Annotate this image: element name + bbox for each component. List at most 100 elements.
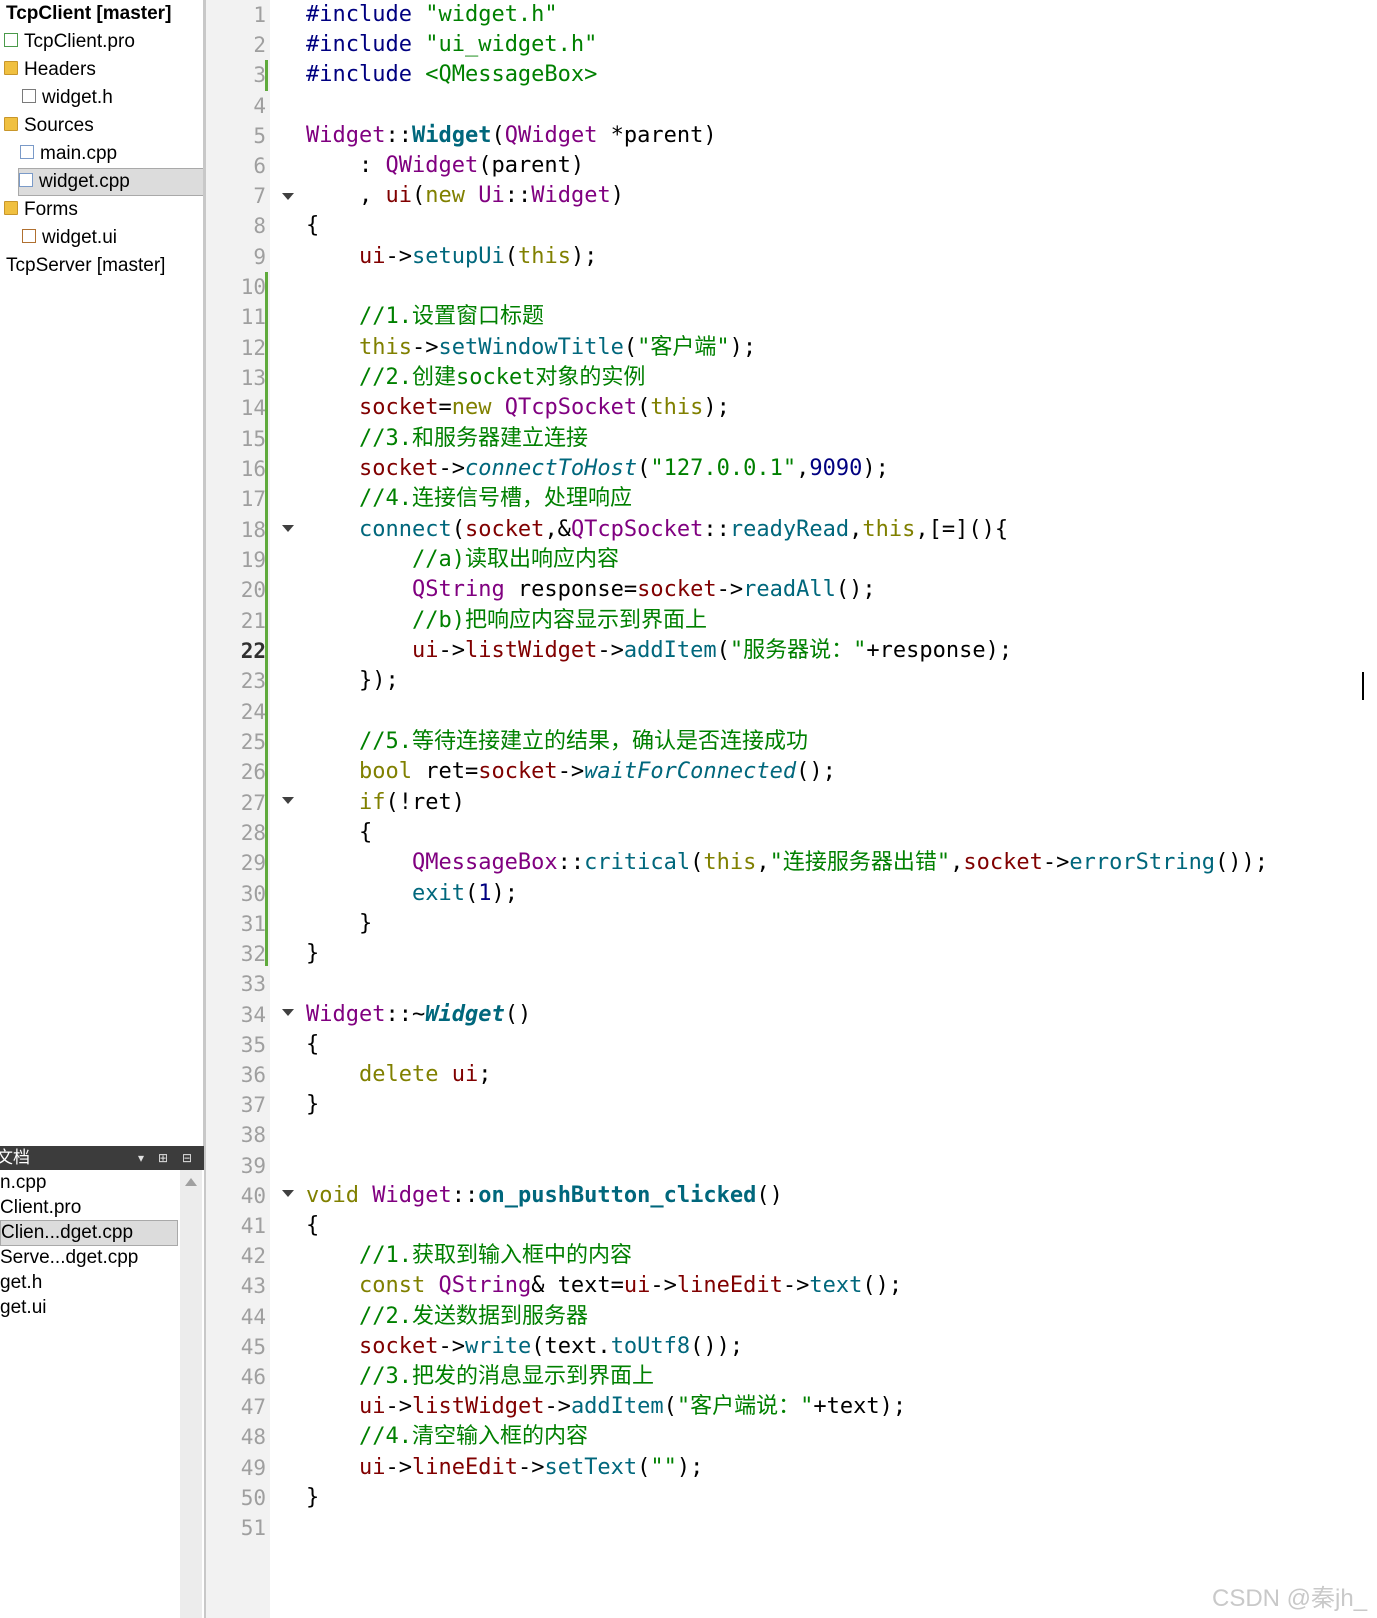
line-number: 17 [240,487,266,512]
code-token: & text= [531,1273,624,1299]
code-line: if(!ret) [306,788,465,818]
code-line: delete ui; [306,1060,491,1090]
code-token: Widget [411,122,492,148]
line-number: 25 [240,730,266,755]
tree-item[interactable]: TcpServer [master] [6,252,165,280]
code-token: ( [504,243,518,269]
line-number: 48 [240,1425,266,1450]
open-document-item[interactable]: Clien...dget.cpp [0,1220,178,1246]
dropdown-icon[interactable]: ▾ [138,1146,144,1170]
code-token: readyRead [729,516,850,542]
tree-item[interactable]: widget.h [22,84,113,112]
line-number: 8 [253,214,266,239]
line-number: 30 [240,881,266,906]
code-token: delete [358,1062,439,1087]
code-token: } [306,1484,320,1510]
code-token: ,& [544,516,571,542]
split-icon[interactable]: ⊞ [158,1146,168,1170]
code-line: //2.创建socket对象的实例 [306,363,645,393]
code-token: //3.和服务器建立连接 [306,425,588,451]
code-token: 9090 [809,455,863,481]
tree-item[interactable]: Sources [4,112,94,140]
code-token: ; [478,1062,492,1087]
scroll-up-icon[interactable] [185,1178,197,1186]
code-token: ui [451,1062,479,1087]
line-number: 45 [240,1334,266,1359]
code-token: lineEdit [676,1273,783,1299]
open-document-item[interactable]: get.h [0,1270,178,1296]
code-token: //4.连接信号槽，处理响应 [306,486,632,512]
code-token: = [438,395,452,421]
code-line: //2.发送数据到服务器 [306,1302,588,1332]
line-number: 33 [240,972,266,997]
open-document-item[interactable]: Client.pro [0,1195,178,1221]
code-token: response= [504,577,638,603]
code-token: *parent) [597,122,717,148]
project-tree-panel: TcpClient [master] TcpClient.pro Headers wi… [0,0,204,1146]
code-token: //3.把发的消息显示到界面上 [306,1364,654,1389]
line-number: 1 [253,3,266,27]
line-number: 16 [240,456,266,481]
code-token: -> [385,243,412,269]
fold-arrow-icon[interactable] [282,1008,294,1016]
fold-arrow-icon[interactable] [282,1189,294,1197]
close-panel-icon[interactable]: ⊟ [182,1146,192,1170]
code-token: ( [623,334,638,360]
code-line: //5.等待连接建立的结果，确认是否连接成功 [306,727,808,757]
code-token: this [517,243,571,269]
code-token: -> [716,577,744,603]
code-token: socket [963,850,1043,876]
tree-item[interactable]: Headers [4,56,96,84]
code-line: //3.和服务器建立连接 [306,424,588,454]
line-number: 31 [240,912,266,936]
fold-arrow-icon[interactable] [282,525,294,533]
open-documents-scrollbar[interactable] [180,1170,202,1618]
code-token: (); [862,1273,903,1299]
fold-arrow-icon[interactable] [282,193,294,201]
code-line: }); [306,666,399,696]
code-token: QWidget [504,122,598,148]
line-number: 47 [240,1395,266,1420]
code-token: ::~ [385,1001,426,1027]
line-number: 18 [240,517,266,542]
code-token: ( [663,1394,677,1420]
code-token: socket [637,577,717,603]
fold-arrow-icon[interactable] [282,797,294,805]
code-token: ( [491,122,505,148]
code-token: this [358,334,412,360]
code-token: -> [544,1394,571,1420]
code-token: ui [385,183,412,209]
code-token: ( [411,183,426,209]
tree-item[interactable]: widget.cpp [18,168,204,196]
open-document-item[interactable]: n.cpp [0,1170,178,1196]
line-number: 19 [240,547,266,572]
code-token: setText [544,1454,638,1480]
line-number: 20 [240,578,266,603]
tree-item[interactable]: main.cpp [20,140,117,168]
code-token: #include [306,62,426,88]
code-editor[interactable]: #include "widget.h" #include "ui_widget.h… [304,0,1377,1618]
code-token: ); [676,1454,704,1480]
tree-item[interactable]: TcpClient [master] [6,0,171,28]
code-line: QMessageBox::critical(this,"连接服务器出错",soc… [306,848,1268,878]
code-token: ); [491,880,518,906]
code-token: -> [411,334,439,360]
code-line: #include "ui_widget.h" [306,30,597,60]
open-document-item[interactable]: Serve...dget.cpp [0,1245,178,1271]
code-token: ); [729,334,757,360]
open-document-item[interactable]: get.ui [0,1295,178,1321]
tree-item[interactable]: TcpClient.pro [4,28,135,56]
code-token: "连接服务器出错" [769,850,951,876]
code-line: Widget::Widget(QWidget *parent) [306,121,717,151]
code-token: : [306,153,386,178]
tree-item[interactable]: widget.ui [22,224,117,252]
code-line: } [306,1483,319,1513]
code-token: , [796,455,810,481]
tree-item[interactable]: Forms [4,196,78,224]
code-token: ( [637,395,651,421]
